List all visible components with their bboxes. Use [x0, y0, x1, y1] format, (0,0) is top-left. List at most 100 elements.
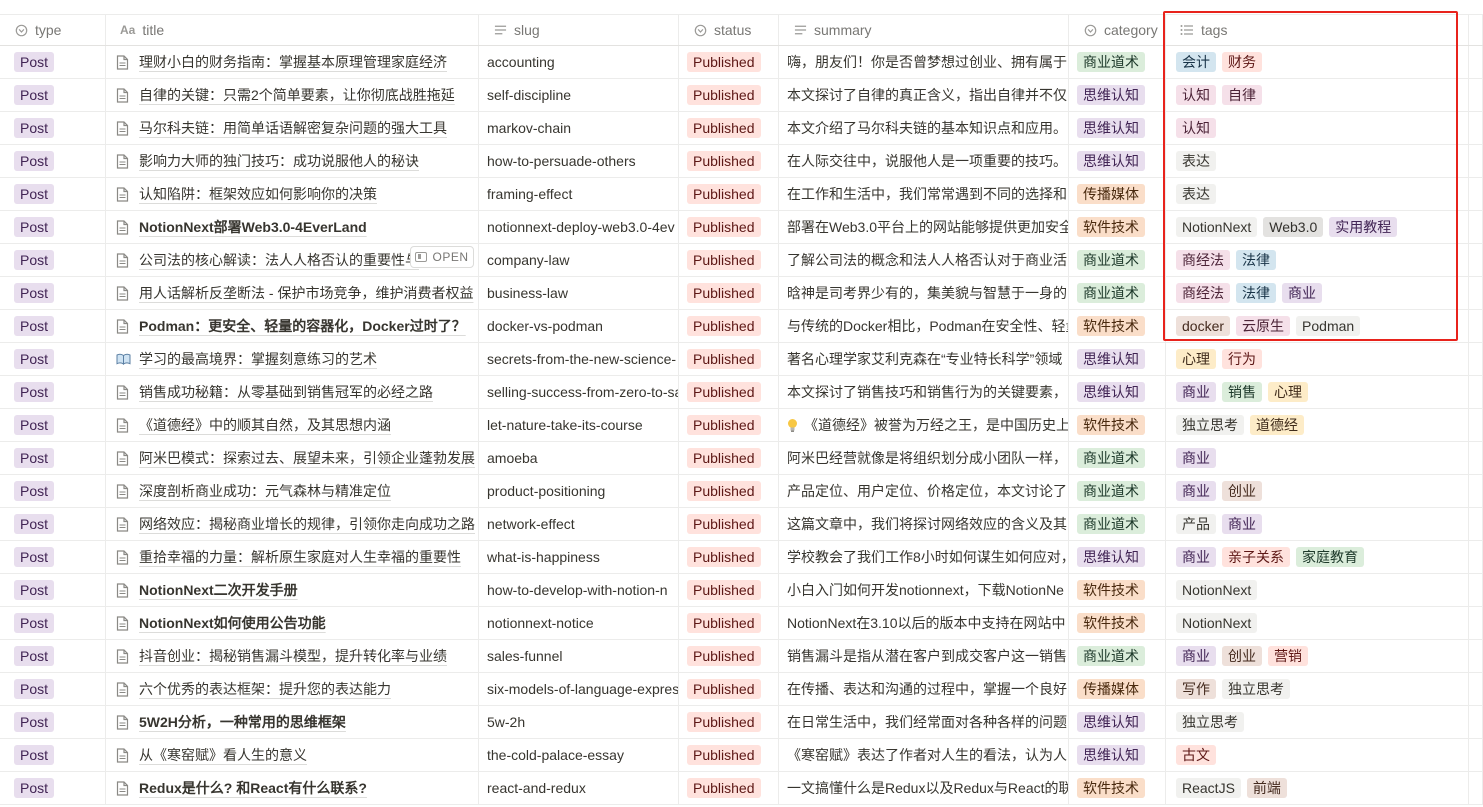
- page-title-link[interactable]: 阿米巴模式：探索过去、展望未来，引领企业蓬勃发展: [139, 448, 475, 468]
- status-badge[interactable]: Published: [687, 712, 761, 732]
- cell-type[interactable]: Post: [0, 673, 106, 705]
- table-row[interactable]: Post Redux是什么? 和React有什么联系? react-and-redu…: [0, 772, 1483, 805]
- cell-title[interactable]: 深度剖析商业成功：元气森林与精准定位: [106, 475, 479, 507]
- table-row[interactable]: Post Podman：更安全、轻量的容器化，Docker过时了？ docker-v…: [0, 310, 1483, 343]
- cell-summary[interactable]: 这篇文章中，我们将探讨网络效应的含义及其: [779, 508, 1069, 540]
- tag-badge[interactable]: 行为: [1222, 349, 1262, 369]
- cell-status[interactable]: Published: [679, 475, 779, 507]
- page-title-link[interactable]: 学习的最高境界：掌握刻意练习的艺术: [139, 349, 377, 369]
- type-badge[interactable]: Post: [14, 481, 55, 501]
- cell-tags[interactable]: NotionNext Web3.0 实用教程: [1166, 211, 1469, 243]
- page-title-link[interactable]: 马尔科夫链：用简单话语解密复杂问题的强大工具: [139, 118, 447, 138]
- category-badge[interactable]: 思维认知: [1077, 712, 1145, 732]
- tag-badge[interactable]: 表达: [1176, 151, 1216, 171]
- table-row[interactable]: Post 影响力大师的独门技巧：成功说服他人的秘诀 how-to-persuade-…: [0, 145, 1483, 178]
- table-row[interactable]: Post NotionNext部署Web3.0-4EverLand notionne…: [0, 211, 1483, 244]
- cell-title[interactable]: 5W2H分析，一种常用的思维框架: [106, 706, 479, 738]
- table-row[interactable]: Post 阿米巴模式：探索过去、展望未来，引领企业蓬勃发展 amoeba Publis…: [0, 442, 1483, 475]
- tag-badge[interactable]: 前端: [1246, 778, 1287, 798]
- table-row[interactable]: Post 从《寒窑赋》看人生的意义 the-cold-palace-essay Pub…: [0, 739, 1483, 772]
- cell-status[interactable]: Published: [679, 46, 779, 78]
- status-badge[interactable]: Published: [687, 415, 761, 435]
- cell-status[interactable]: Published: [679, 673, 779, 705]
- cell-tags[interactable]: 商业 销售 心理: [1166, 376, 1469, 408]
- cell-slug[interactable]: self-discipline: [479, 79, 679, 111]
- cell-status[interactable]: Published: [679, 508, 779, 540]
- cell-slug[interactable]: accounting: [479, 46, 679, 78]
- type-badge[interactable]: Post: [14, 547, 55, 567]
- cell-title[interactable]: 从《寒窑赋》看人生的意义: [106, 739, 479, 771]
- category-badge[interactable]: 软件技术: [1077, 580, 1145, 600]
- cell-title[interactable]: 影响力大师的独门技巧：成功说服他人的秘诀: [106, 145, 479, 177]
- table-row[interactable]: Post 马尔科夫链：用简单话语解密复杂问题的强大工具 markov-chain Pu…: [0, 112, 1483, 145]
- cell-status[interactable]: Published: [679, 244, 779, 276]
- tag-badge[interactable]: 独立思考: [1176, 415, 1244, 435]
- page-title-link[interactable]: NotionNext二次开发手册: [139, 580, 298, 600]
- tag-badge[interactable]: 产品: [1176, 514, 1216, 534]
- page-title-link[interactable]: 自律的关键：只需2个简单要素，让你彻底战胜拖延: [139, 85, 455, 105]
- cell-type[interactable]: Post: [0, 640, 106, 672]
- tag-badge[interactable]: 商业: [1176, 646, 1216, 666]
- cell-title[interactable]: 网络效应：揭秘商业增长的规律，引领你走向成功之路: [106, 508, 479, 540]
- type-badge[interactable]: Post: [14, 349, 55, 369]
- cell-status[interactable]: Published: [679, 640, 779, 672]
- status-badge[interactable]: Published: [687, 217, 761, 237]
- cell-type[interactable]: Post: [0, 508, 106, 540]
- type-badge[interactable]: Post: [14, 646, 55, 666]
- cell-type[interactable]: Post: [0, 541, 106, 573]
- cell-category[interactable]: 商业道术: [1069, 46, 1166, 78]
- cell-type[interactable]: Post: [0, 442, 106, 474]
- page-title-link[interactable]: NotionNext如何使用公告功能: [139, 613, 326, 633]
- page-title-link[interactable]: 理财小白的财务指南：掌握基本原理管理家庭经济: [139, 52, 447, 72]
- cell-title[interactable]: 马尔科夫链：用简单话语解密复杂问题的强大工具: [106, 112, 479, 144]
- cell-type[interactable]: Post: [0, 277, 106, 309]
- cell-tags[interactable]: ReactJS 前端: [1166, 772, 1469, 804]
- table-row[interactable]: Post NotionNext如何使用公告功能 notionnext-notice P…: [0, 607, 1483, 640]
- category-badge[interactable]: 商业道术: [1077, 481, 1145, 501]
- cell-title[interactable]: 销售成功秘籍：从零基础到销售冠军的必经之路: [106, 376, 479, 408]
- category-badge[interactable]: 思维认知: [1077, 151, 1145, 171]
- cell-status[interactable]: Published: [679, 772, 779, 804]
- cell-category[interactable]: 软件技术: [1069, 211, 1166, 243]
- cell-slug[interactable]: what-is-happiness: [479, 541, 679, 573]
- cell-status[interactable]: Published: [679, 739, 779, 771]
- cell-type[interactable]: Post: [0, 739, 106, 771]
- tag-badge[interactable]: 写作: [1176, 679, 1216, 699]
- cell-title[interactable]: 认知陷阱：框架效应如何影响你的决策: [106, 178, 479, 210]
- cell-status[interactable]: Published: [679, 541, 779, 573]
- cell-slug[interactable]: markov-chain: [479, 112, 679, 144]
- cell-type[interactable]: Post: [0, 178, 106, 210]
- cell-category[interactable]: 思维认知: [1069, 706, 1166, 738]
- status-badge[interactable]: Published: [687, 547, 761, 567]
- type-badge[interactable]: Post: [14, 679, 55, 699]
- cell-status[interactable]: Published: [679, 79, 779, 111]
- cell-category[interactable]: 软件技术: [1069, 310, 1166, 342]
- cell-type[interactable]: Post: [0, 772, 106, 804]
- category-badge[interactable]: 商业道术: [1077, 646, 1145, 666]
- page-title-link[interactable]: 六个优秀的表达框架：提升您的表达能力: [139, 679, 391, 699]
- tag-badge[interactable]: 创业: [1222, 646, 1262, 666]
- open-page-button[interactable]: OPEN: [410, 246, 474, 268]
- cell-category[interactable]: 软件技术: [1069, 607, 1166, 639]
- tag-badge[interactable]: 认知: [1176, 118, 1216, 138]
- cell-summary[interactable]: 《道德经》被誉为万经之王，是中国历史上: [779, 409, 1069, 441]
- cell-status[interactable]: Published: [679, 178, 779, 210]
- tag-badge[interactable]: 认知: [1176, 85, 1216, 105]
- cell-tags[interactable]: 认知: [1166, 112, 1469, 144]
- page-title-link[interactable]: 从《寒窑赋》看人生的意义: [139, 745, 307, 765]
- cell-slug[interactable]: docker-vs-podman: [479, 310, 679, 342]
- cell-summary[interactable]: 晗神是司考界少有的，集美貌与智慧于一身的: [779, 277, 1069, 309]
- cell-category[interactable]: 商业道术: [1069, 244, 1166, 276]
- category-badge[interactable]: 思维认知: [1077, 745, 1145, 765]
- tag-badge[interactable]: 商业: [1282, 283, 1322, 303]
- type-badge[interactable]: Post: [14, 85, 55, 105]
- cell-summary[interactable]: 学校教会了我们工作8小时如何谋生如何应对，: [779, 541, 1069, 573]
- page-title-link[interactable]: 深度剖析商业成功：元气森林与精准定位: [139, 481, 391, 501]
- cell-category[interactable]: 思维认知: [1069, 343, 1166, 375]
- cell-tags[interactable]: 商业: [1166, 442, 1469, 474]
- type-badge[interactable]: Post: [14, 514, 55, 534]
- cell-summary[interactable]: 产品定位、用户定位、价格定位，本文讨论了: [779, 475, 1069, 507]
- cell-category[interactable]: 思维认知: [1069, 112, 1166, 144]
- cell-tags[interactable]: 独立思考 道德经: [1166, 409, 1469, 441]
- page-title-link[interactable]: 认知陷阱：框架效应如何影响你的决策: [139, 184, 377, 204]
